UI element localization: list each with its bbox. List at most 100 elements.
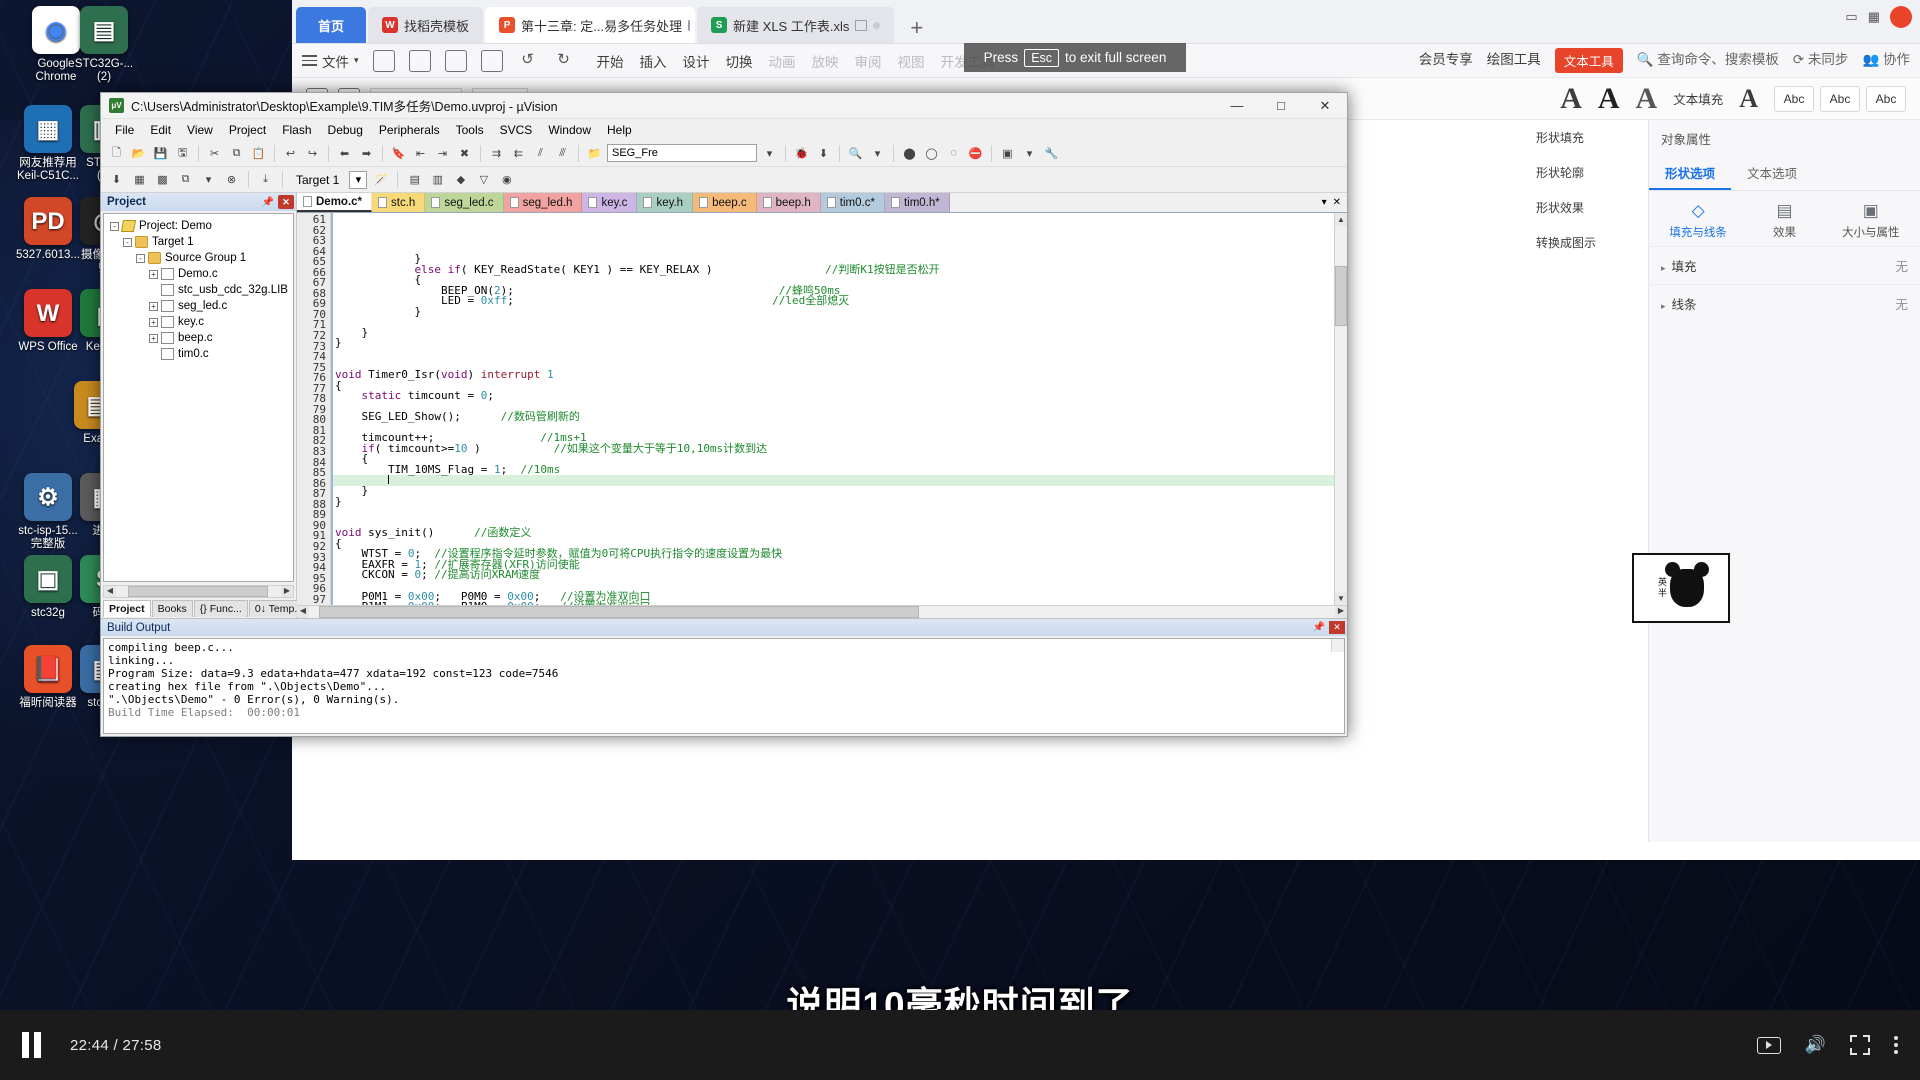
wps-tab[interactable]: P 第十三章: 定...易多任务处理 [485, 7, 696, 43]
breakpoint-disable-all-icon[interactable]: ⛔ [966, 144, 985, 163]
code-line[interactable]: void Timer0_Isr(void) interrupt 1 [331, 369, 1334, 381]
editor-tab[interactable]: key.h [637, 193, 694, 212]
play-next-icon[interactable] [1756, 1036, 1781, 1054]
outdent-icon[interactable]: ⇇ [509, 144, 528, 163]
print-icon[interactable] [444, 49, 467, 72]
svcs-icon[interactable]: ◉ [497, 170, 516, 189]
scroll-thumb[interactable] [1335, 266, 1347, 326]
chevron-right-icon[interactable]: ▸ [1661, 301, 1666, 311]
save-all-icon[interactable]: 🖫 [173, 144, 192, 163]
editor-tab[interactable]: seg_led.c [425, 193, 504, 212]
project-tree-node[interactable]: + beep.c [106, 330, 291, 346]
layout-dropdown-icon[interactable]: ▾ [1020, 144, 1039, 163]
wordart-sample-b[interactable]: A [1598, 82, 1620, 116]
properties-tab[interactable]: 文本选项 [1731, 157, 1813, 190]
ribbon-tab[interactable]: 审阅 [855, 51, 882, 71]
ribbon-utility-item[interactable]: 🔍 查询命令、搜索模板 [1637, 48, 1779, 73]
project-tree-node[interactable]: + key.c [106, 314, 291, 330]
translate-icon[interactable]: ⬇ [107, 170, 126, 189]
properties-tab[interactable]: 形状选项 [1649, 157, 1732, 190]
comment-icon[interactable]: ⫽ [531, 144, 550, 163]
scroll-thumb[interactable] [128, 586, 268, 597]
editor-h-scrollbar[interactable]: ◀ ▶ [297, 605, 1347, 618]
keil-menu-item[interactable]: Help [599, 121, 640, 139]
target-selector-label[interactable]: Target 1 [296, 173, 339, 187]
editor-tab[interactable]: tim0.c* [820, 193, 885, 212]
find-dropdown-icon[interactable]: ▾ [868, 144, 887, 163]
project-tree[interactable]: - Project: Demo - Target 1- Source Group 1 + D… [103, 213, 294, 582]
close-pane-icon[interactable]: ✕ [278, 195, 294, 209]
copy-icon[interactable]: ⧉ [227, 144, 246, 163]
project-tree-node[interactable]: - Source Group 1 [106, 250, 291, 266]
project-h-scrollbar[interactable]: ◀ ▶ [103, 585, 294, 598]
bookmark-clear-icon[interactable]: ✖ [455, 144, 474, 163]
present-icon[interactable] [688, 19, 691, 31]
keil-menu-item[interactable]: View [179, 121, 221, 139]
minimize-button[interactable]: — [1215, 93, 1259, 119]
ribbon-tab[interactable]: 设计 [683, 51, 710, 71]
keil-menu-item[interactable]: Edit [142, 121, 179, 139]
code-line[interactable] [331, 317, 1334, 328]
file-menu-button[interactable]: 文件 ▾ [302, 51, 359, 71]
close-pane-icon[interactable]: ✕ [1329, 621, 1345, 634]
expand-icon[interactable]: + [149, 317, 158, 327]
editor-tab[interactable]: seg_led.h [503, 193, 583, 212]
editor-tab[interactable]: tim0.h* [884, 193, 950, 212]
load-icon[interactable]: ⤓ [256, 170, 275, 189]
debug-icon[interactable]: 🐞 [792, 144, 811, 163]
ribbon-tab[interactable]: 切换 [726, 51, 753, 71]
more-options-icon[interactable] [1894, 1036, 1898, 1054]
shape-fill-button[interactable]: 形状填充 [1532, 120, 1642, 155]
indent-icon[interactable]: ⇉ [487, 144, 506, 163]
download-icon[interactable]: ⬇ [814, 144, 833, 163]
shape-outline-button[interactable]: 形状轮廓 [1532, 155, 1642, 190]
bookmark-next-icon[interactable]: ⇥ [433, 144, 452, 163]
project-tree-node[interactable]: - Project: Demo [106, 218, 291, 234]
scroll-left-icon[interactable]: ◀ [297, 606, 309, 618]
undo-icon[interactable]: ↺ [517, 50, 539, 72]
wps-window-controls[interactable]: ▭ ▦ [1845, 6, 1912, 28]
find-icon[interactable]: 🔍 [846, 144, 865, 163]
wordart-style-sample[interactable]: Abc [1820, 85, 1860, 112]
options-for-target-icon[interactable]: 🪄 [371, 170, 390, 189]
property-row[interactable]: ▸ 填充 无 [1649, 246, 1920, 284]
redo-icon[interactable]: ↻ [553, 50, 575, 72]
code-line[interactable]: static timcount = 0; [331, 390, 1334, 402]
code-line[interactable]: SEG_LED_Show(); //数码管刷新的 [331, 411, 1334, 423]
print-preview-icon[interactable] [480, 49, 503, 72]
pause-button[interactable] [22, 1032, 48, 1058]
shape-effect-button[interactable]: 形状效果 [1532, 190, 1642, 225]
wps-tab[interactable]: W 找稻壳模板 [368, 7, 484, 43]
function-name-combo[interactable]: SEG_Fre [607, 144, 757, 162]
wordart-style-sample[interactable]: Abc [1866, 85, 1906, 112]
configure-icon[interactable]: 🔧 [1042, 144, 1061, 163]
breakpoint-icon[interactable]: ⬤ [900, 144, 919, 163]
scroll-left-icon[interactable]: ◀ [104, 586, 116, 597]
code-line[interactable]: TIM_10MS_Flag = 1; //10ms [331, 464, 1334, 476]
wps-tab[interactable]: 首页 [296, 7, 367, 43]
window-layout-icon[interactable]: ▣ [998, 144, 1017, 163]
fullscreen-icon[interactable] [1850, 1035, 1870, 1055]
volume-icon[interactable]: 🔊 [1805, 1035, 1826, 1055]
wordart-sample-c[interactable]: A [1636, 82, 1658, 116]
properties-subtab[interactable]: ◇ 填充与线条 [1655, 201, 1741, 240]
code-line[interactable]: if( timcount>=10 ) //如果这个变量大于等于10,10ms计数… [331, 443, 1334, 455]
scroll-right-icon[interactable]: ▶ [1335, 606, 1347, 618]
keil-menu-item[interactable]: SVCS [492, 121, 541, 139]
code-editor[interactable]: 61 62 63 64 65 66 67 68 69 70 71 72 73 74 75 76 77 78 79 80… [297, 213, 1347, 605]
wps-tab[interactable]: S 新建 XLS 工作表.xls [697, 7, 895, 43]
editor-tab[interactable]: Demo.c* [297, 193, 373, 212]
new-tab-button[interactable]: + [896, 13, 937, 43]
project-pane-tab[interactable]: Project [103, 600, 151, 617]
project-pane-tab[interactable]: Books [151, 600, 193, 617]
project-pane-tab[interactable]: {} Func... [193, 600, 248, 617]
code-line[interactable]: else if( KEY_ReadState( KEY1 ) == KEY_RE… [331, 264, 1334, 276]
build-v-scrollbar[interactable] [1331, 639, 1344, 652]
ribbon-right-item[interactable]: 绘图工具 [1487, 48, 1541, 73]
combo-dropdown-icon[interactable]: ▾ [760, 144, 779, 163]
target-dropdown-icon[interactable]: ▾ [349, 170, 368, 189]
code-line[interactable]: } [331, 338, 1334, 349]
keil-menu-item[interactable]: File [107, 121, 142, 139]
breakpoint-kill-icon[interactable]: ◌ [944, 144, 963, 163]
wordart-sample-a[interactable]: A [1560, 82, 1582, 116]
